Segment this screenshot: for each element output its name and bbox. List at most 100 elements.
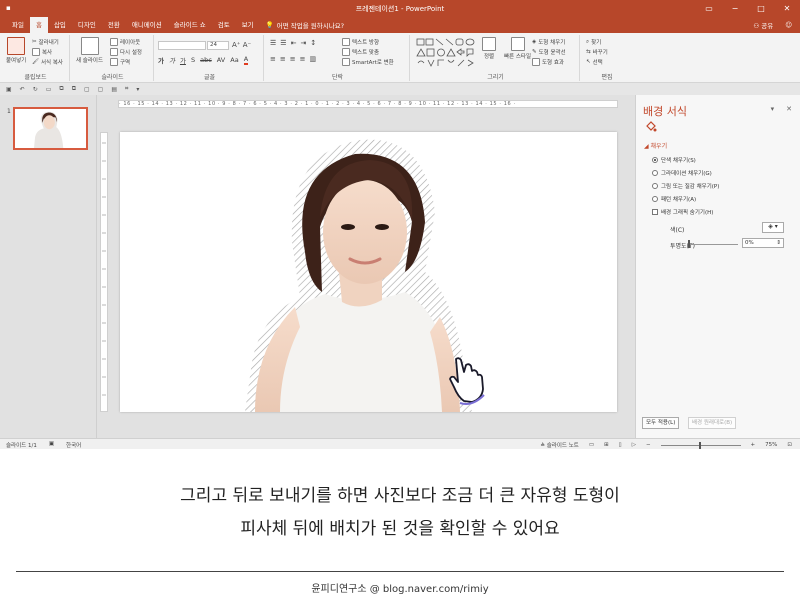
- justify-icon[interactable]: ≡: [300, 55, 306, 63]
- increase-indent-icon[interactable]: ⇥: [300, 39, 306, 47]
- tab-insert[interactable]: 삽입: [48, 17, 72, 33]
- case-button[interactable]: Aa: [230, 56, 238, 64]
- fit-slide-icon[interactable]: ⊡: [787, 442, 792, 448]
- ungroup-icon[interactable]: ▢: [98, 86, 104, 93]
- section-button[interactable]: 구역: [110, 58, 130, 66]
- ribbon-display-button[interactable]: ▭: [696, 0, 722, 17]
- tab-transitions[interactable]: 전환: [102, 17, 126, 33]
- find-button[interactable]: ⌕ 찾기: [586, 38, 601, 47]
- save-icon[interactable]: ▣: [6, 86, 12, 93]
- slide-canvas[interactable]: [120, 132, 617, 412]
- minimize-button[interactable]: −: [722, 0, 748, 17]
- undo-icon[interactable]: ↶: [20, 86, 25, 93]
- align-left-icon[interactable]: ≡: [270, 55, 276, 63]
- rectangle-icon[interactable]: ▭: [46, 86, 52, 93]
- format-painter-button[interactable]: 🖌 서식 복사: [32, 58, 63, 66]
- pane-close-icon[interactable]: ✕: [786, 105, 792, 113]
- tab-file[interactable]: 파일: [6, 17, 30, 33]
- picture-fill-radio[interactable]: 그림 또는 질감 채우기(P): [652, 182, 719, 190]
- italic-button[interactable]: 가: [169, 55, 175, 65]
- bring-forward-icon[interactable]: ⧉: [72, 85, 76, 93]
- reading-view-icon[interactable]: ▯: [619, 442, 622, 448]
- maximize-button[interactable]: □: [748, 0, 774, 17]
- numbering-icon[interactable]: ☰: [280, 39, 286, 47]
- underline-button[interactable]: 가: [180, 55, 186, 65]
- fill-category-icon[interactable]: [645, 120, 657, 134]
- decrease-indent-icon[interactable]: ⇤: [291, 39, 297, 47]
- tab-slideshow[interactable]: 슬라이드 쇼: [168, 17, 212, 33]
- pattern-fill-radio[interactable]: 패턴 채우기(A): [652, 195, 696, 203]
- smartart-button[interactable]: SmartArt로 변환: [342, 58, 394, 66]
- align-right-icon[interactable]: ≡: [290, 55, 296, 63]
- spellcheck-icon[interactable]: ▣: [49, 441, 54, 449]
- tab-animations[interactable]: 애니메이션: [126, 17, 168, 33]
- new-slide-label: 새 슬라이드: [76, 58, 104, 64]
- font-size-box[interactable]: 24: [207, 41, 229, 50]
- line-spacing-icon[interactable]: ↕: [310, 39, 316, 47]
- align-text-button[interactable]: 텍스트 맞춤: [342, 48, 379, 56]
- redo-icon[interactable]: ↻: [33, 86, 38, 93]
- slideshow-view-icon[interactable]: ▷: [632, 442, 636, 448]
- tab-review[interactable]: 검토: [212, 17, 236, 33]
- color-picker-button[interactable]: ◈ ▾: [762, 222, 784, 233]
- group-icon[interactable]: ▢: [84, 86, 90, 93]
- align-center-icon[interactable]: ≡: [280, 55, 286, 63]
- text-direction-button[interactable]: 텍스트 방향: [342, 38, 379, 46]
- shape-gallery[interactable]: [416, 38, 480, 68]
- zoom-out-button[interactable]: −: [646, 442, 651, 448]
- share-button[interactable]: ⚇ 공유: [753, 20, 773, 30]
- bold-button[interactable]: 가: [158, 55, 164, 65]
- apply-to-all-button[interactable]: 모두 적용(L): [642, 417, 680, 429]
- reset-background-button[interactable]: 배경 원래대로(B): [688, 417, 737, 429]
- crop-icon[interactable]: ⌗: [125, 85, 128, 93]
- replace-button[interactable]: ⇆ 바꾸기: [586, 48, 608, 56]
- strike-button[interactable]: abc: [200, 56, 212, 64]
- zoom-level[interactable]: 75%: [765, 442, 777, 448]
- zoom-in-button[interactable]: +: [751, 442, 756, 448]
- notes-button[interactable]: ≙ 슬라이드 노트: [540, 441, 578, 449]
- smiley-icon[interactable]: ☺: [785, 21, 792, 29]
- sorter-view-icon[interactable]: ⊞: [604, 442, 609, 448]
- tell-me-box[interactable]: 💡 어떤 작업을 원하시나요?: [266, 20, 344, 30]
- zoom-slider[interactable]: [660, 441, 741, 449]
- transparency-slider[interactable]: [688, 244, 738, 245]
- vertical-ruler: [100, 132, 108, 412]
- select-button[interactable]: ↖ 선택: [586, 58, 603, 66]
- fill-section-header[interactable]: ◢ 채우기: [644, 141, 667, 150]
- copy-button[interactable]: 복사: [32, 48, 52, 56]
- send-backward-icon[interactable]: ⧉: [59, 85, 63, 93]
- reset-button[interactable]: 다시 설정: [110, 48, 142, 56]
- tab-home[interactable]: 홈: [29, 17, 48, 33]
- close-button[interactable]: ✕: [774, 0, 800, 17]
- spacing-button[interactable]: AV: [217, 56, 225, 64]
- customize-icon[interactable]: ▾: [136, 86, 139, 93]
- shape-fill-button[interactable]: ◈ 도형 채우기: [532, 38, 565, 46]
- shape-outline-button[interactable]: ✎ 도형 윤곽선: [532, 48, 566, 56]
- columns-icon[interactable]: ▥: [310, 55, 317, 63]
- font-color-button[interactable]: A: [243, 55, 249, 65]
- grow-font-button[interactable]: A⁺ A⁻: [232, 41, 251, 49]
- new-slide-button[interactable]: 새 슬라이드: [76, 37, 103, 64]
- transparency-slider-thumb[interactable]: [688, 240, 690, 248]
- solid-fill-radio[interactable]: 단색 채우기(S): [652, 156, 696, 164]
- cut-button[interactable]: ✂ 잘라내기: [32, 38, 59, 46]
- quick-styles-button[interactable]: 빠른 스타일: [504, 37, 531, 60]
- transparency-input[interactable]: 0% ⇕: [742, 238, 784, 248]
- font-name-box[interactable]: [158, 41, 206, 50]
- normal-view-icon[interactable]: ▭: [589, 442, 594, 448]
- layout-button[interactable]: 레이아웃: [110, 38, 140, 46]
- shape-effects-button[interactable]: 도형 효과: [532, 58, 564, 66]
- gradient-fill-radio[interactable]: 그라데이션 채우기(G): [652, 169, 712, 177]
- shadow-button[interactable]: S: [191, 56, 195, 64]
- align-icon[interactable]: ▤: [111, 86, 117, 93]
- bullets-icon[interactable]: ☰: [270, 39, 276, 47]
- tab-design[interactable]: 디자인: [72, 17, 102, 33]
- pane-menu-icon[interactable]: ▾: [771, 105, 775, 113]
- arrange-button[interactable]: 정렬: [482, 37, 496, 60]
- hide-graphics-checkbox[interactable]: 배경 그래픽 숨기기(H): [652, 208, 713, 216]
- status-left: 슬라이드 1/1 ▣ 한국어: [6, 441, 81, 449]
- slide-thumbnail[interactable]: [13, 107, 88, 150]
- paste-button[interactable]: 붙여넣기: [6, 37, 26, 64]
- language-indicator[interactable]: 한국어: [66, 441, 81, 449]
- tab-view[interactable]: 보기: [236, 17, 260, 33]
